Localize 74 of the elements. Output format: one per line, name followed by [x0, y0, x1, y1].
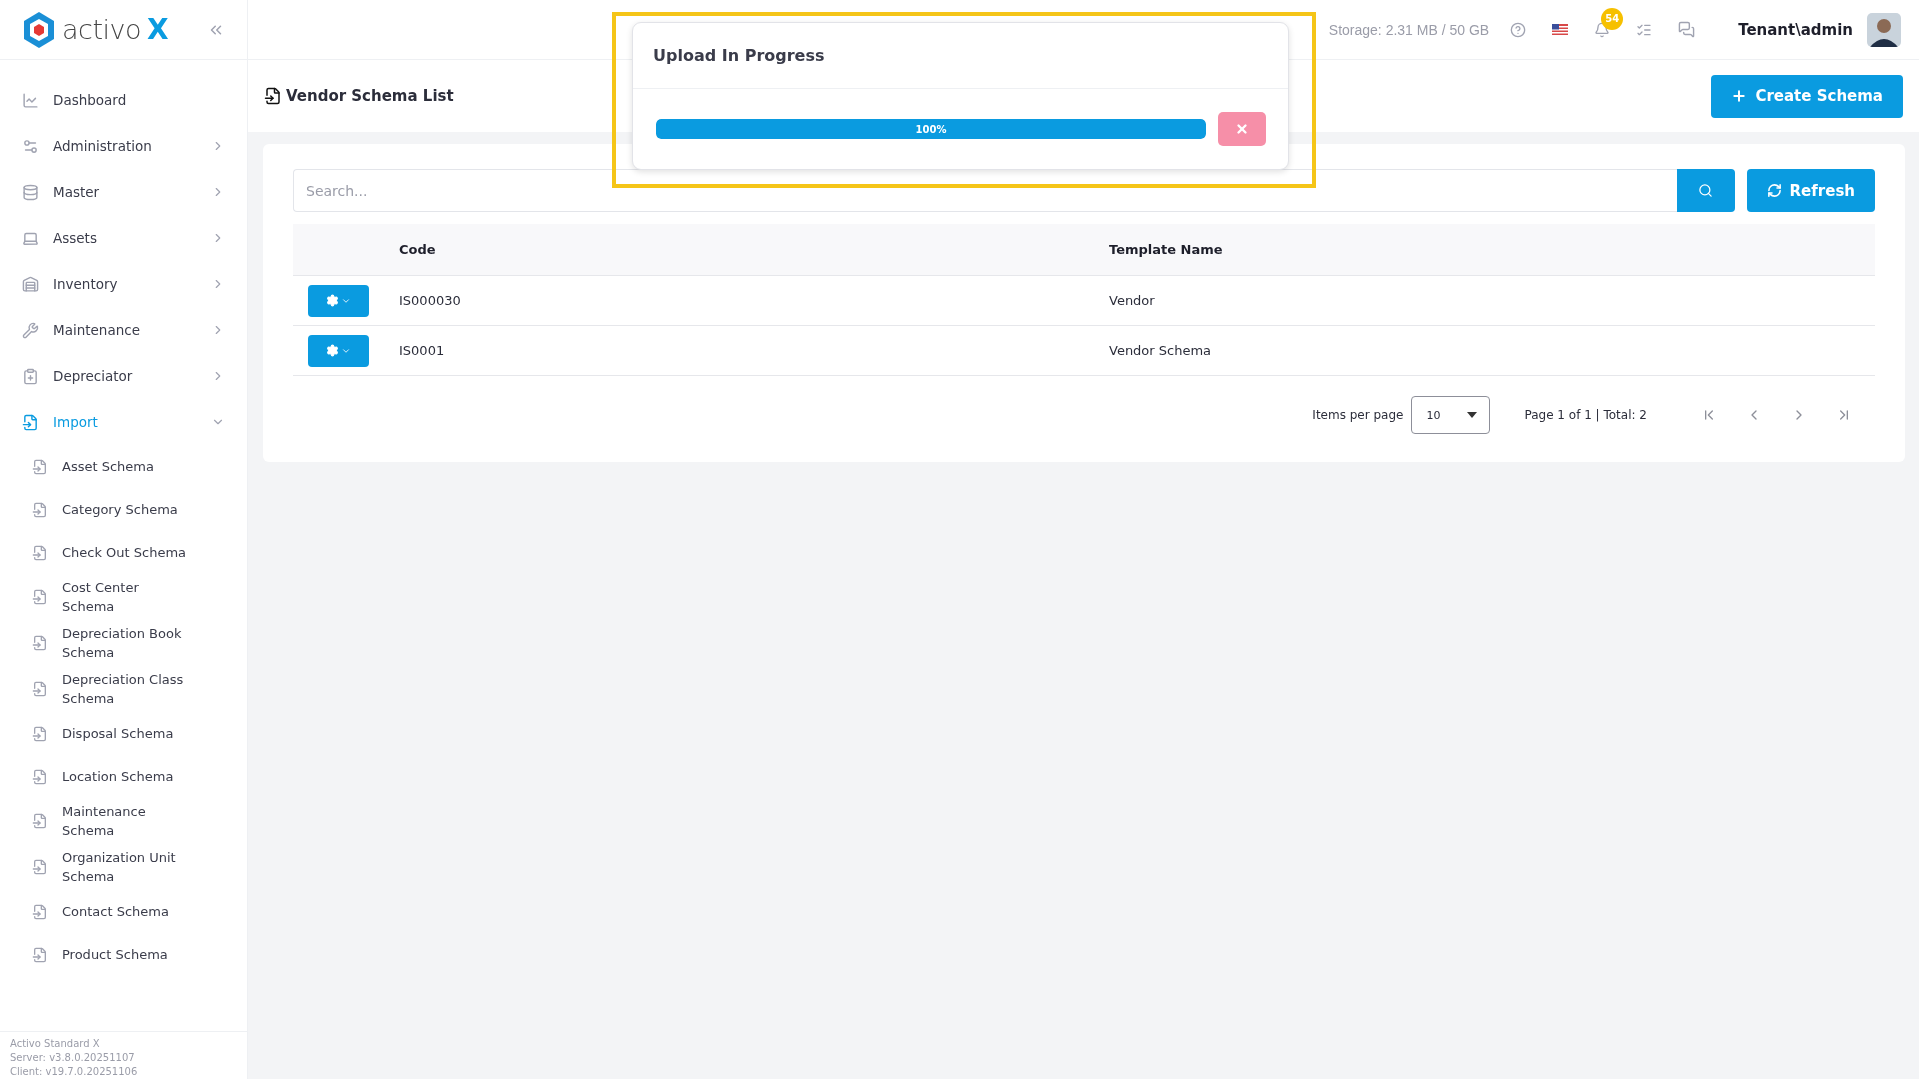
notification-button[interactable]	[1594, 21, 1611, 38]
file-import-icon	[264, 87, 282, 105]
user-name[interactable]: Tenant\admin	[1738, 20, 1853, 39]
search-icon	[1698, 183, 1714, 198]
refresh-icon	[1766, 183, 1782, 198]
sidebar-subitem[interactable]: Depreciation Book Schema	[0, 620, 247, 666]
progress-fill: 100%	[656, 119, 1206, 139]
sidebar-subitem[interactable]: Location Schema	[0, 755, 247, 798]
sidebar-subitem[interactable]: Asset Schema	[0, 445, 247, 488]
sidebar-item[interactable]: Inventory	[0, 261, 247, 307]
chart-icon	[22, 91, 39, 109]
actions-button[interactable]	[308, 334, 369, 367]
file-import-icon	[32, 635, 48, 651]
language-button[interactable]	[1552, 24, 1569, 35]
database-icon	[22, 183, 39, 201]
column-header: Template Name	[1109, 242, 1224, 257]
items-per-page-select[interactable]: 10	[1411, 396, 1491, 434]
file-import-icon	[32, 681, 48, 697]
sidebar-item[interactable]: Assets	[0, 215, 247, 261]
warehouse-icon	[22, 275, 39, 293]
dialog-title: Upload In Progress	[653, 46, 825, 65]
table-cell-text: Vendor	[1109, 293, 1156, 308]
file-import-icon	[32, 903, 48, 920]
clipboard-icon	[22, 367, 39, 385]
file-import-icon	[32, 458, 48, 475]
version-text: Client: v19.7.0.20251106	[10, 1066, 139, 1077]
sidebar-subitem[interactable]: Category Schema	[0, 488, 247, 531]
storage-text: Storage: 2.31 MB / 50 GB	[1328, 21, 1490, 38]
file-import-icon	[32, 589, 48, 605]
gear-icon	[326, 344, 339, 357]
sidebar-item[interactable]: Maintenance	[0, 307, 247, 353]
page-title: Vendor Schema List	[286, 87, 454, 105]
sidebar-item[interactable]: Master	[0, 169, 247, 215]
gear-icon	[326, 294, 339, 307]
file-import-icon	[32, 725, 48, 742]
file-import-icon	[32, 813, 48, 829]
table-cell-text: Vendor Schema	[1109, 343, 1213, 358]
file-import-icon	[32, 859, 48, 875]
sidebar-subitem[interactable]: Contact Schema	[0, 890, 247, 933]
sidebar-subitem[interactable]: Product Schema	[0, 933, 247, 976]
avatar[interactable]	[1867, 12, 1901, 47]
logo-wordmark: activo	[62, 14, 141, 45]
sidebar-subitem[interactable]: Disposal Schema	[0, 712, 247, 755]
table-cell-text: IS0001	[399, 343, 446, 358]
sidebar-subitem[interactable]: Depreciation Class Schema	[0, 666, 247, 712]
caret-icon	[1467, 412, 1478, 418]
file-import-icon	[32, 544, 48, 561]
chat-icon[interactable]	[1678, 21, 1696, 38]
file-import-icon	[32, 501, 48, 518]
page-info: Page 1 of 1 | Total: 2	[1524, 408, 1647, 422]
actions-button[interactable]	[308, 284, 369, 317]
close-icon	[1235, 122, 1249, 136]
help-icon[interactable]	[1510, 21, 1527, 38]
column-header: Code	[399, 242, 437, 257]
sidebar-subitem[interactable]: Cost Center Schema	[0, 574, 247, 620]
file-import-icon	[22, 413, 39, 431]
sidebar-subitem[interactable]: Organization Unit Schema	[0, 844, 247, 890]
search-button[interactable]	[1676, 169, 1735, 212]
sidebar-item[interactable]: Dashboard	[0, 77, 247, 123]
version-text: Activo Standard X	[10, 1038, 101, 1049]
version-text: Server: v3.8.0.20251107	[10, 1052, 136, 1063]
items-per-page-label: Items per page	[1312, 408, 1404, 422]
logo-mark: X	[147, 13, 169, 46]
sidebar-subitem[interactable]: Maintenance Schema	[0, 798, 247, 844]
file-import-icon	[32, 768, 48, 785]
cancel-button[interactable]	[1218, 112, 1266, 146]
notification-badge: 54	[1601, 7, 1624, 30]
tools-icon	[22, 321, 39, 339]
sidebar-subitem[interactable]: Check Out Schema	[0, 531, 247, 574]
sidebar-item[interactable]: Administration	[0, 123, 247, 169]
sidebar-item[interactable]: Depreciator	[0, 353, 247, 399]
table-cell-text: IS000030	[399, 293, 462, 308]
file-import-icon	[32, 946, 48, 963]
logo-icon	[22, 10, 56, 49]
